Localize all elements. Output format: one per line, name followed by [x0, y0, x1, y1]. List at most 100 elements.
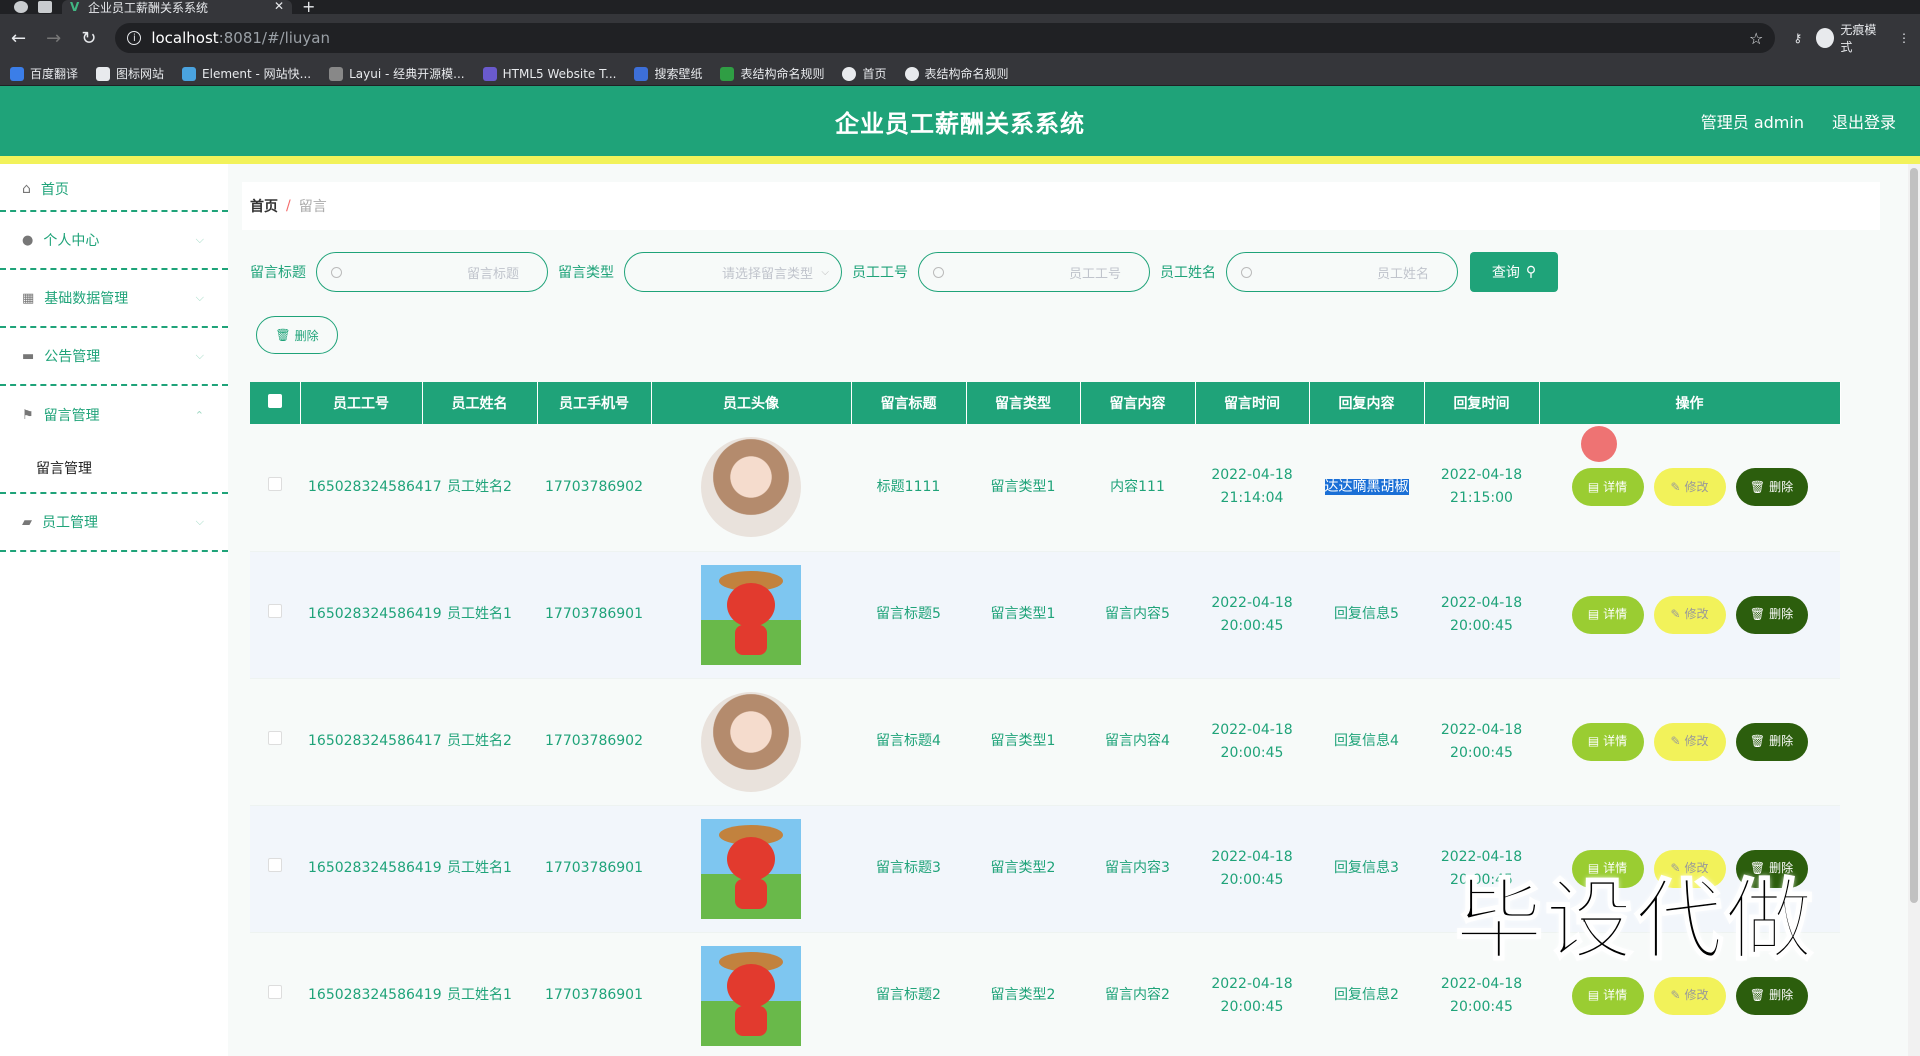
row-checkbox[interactable]	[250, 932, 300, 1056]
cell-title: 标题1111	[851, 424, 966, 552]
url-field[interactable]: i localhost :8081/#/liuyan ☆	[115, 23, 1776, 53]
sidebar-item-message[interactable]: ⚑ 留言管理 ⌃	[0, 386, 228, 444]
doc-icon: ▤	[1587, 988, 1600, 1002]
column-header: 员工头像	[651, 382, 852, 424]
globe-icon	[842, 66, 857, 81]
bookmark-item[interactable]: 图标网站	[96, 65, 164, 82]
info-icon[interactable]: i	[127, 31, 142, 45]
avatar	[701, 945, 801, 1046]
edit-button[interactable]: ✎ 修改	[1653, 468, 1726, 507]
row-checkbox[interactable]	[250, 678, 300, 806]
employee-name-input[interactable]: 员工姓名	[1226, 252, 1458, 292]
delete-button[interactable]: 🗑 删除	[1735, 595, 1808, 634]
batch-delete-button[interactable]: 🗑 删除	[256, 316, 338, 354]
key-icon[interactable]: ⚷	[1793, 31, 1802, 45]
cell-type: 留言类型1	[966, 424, 1080, 552]
detail-button[interactable]: ▤ 详情	[1571, 976, 1644, 1015]
bookmark-item[interactable]: 表结构命名规则	[904, 65, 1009, 82]
doc-icon: ▤	[1587, 734, 1600, 748]
avatar	[701, 437, 801, 538]
sidebar-item-home[interactable]: ⌂ 首页	[0, 168, 228, 212]
sidebar-item-notice[interactable]: ▬ 公告管理 ⌵	[0, 328, 228, 386]
close-tab-icon[interactable]: ✕	[274, 0, 284, 13]
bookmarks-bar: 百度翻译 图标网站 Element - 网站快... Layui - 经典开源模…	[0, 62, 1920, 86]
incognito-label: 无痕模式	[1840, 23, 1877, 54]
cell-title: 留言标题5	[851, 551, 966, 679]
row-checkbox[interactable]	[250, 551, 300, 679]
delete-button[interactable]: 🗑 删除	[1735, 722, 1808, 761]
cell-title: 留言标题3	[851, 805, 966, 933]
cell-reply_time: 2022-04-18 21:15:00	[1424, 424, 1539, 552]
vue-logo-icon: V	[70, 0, 80, 14]
new-tab-icon[interactable]: +	[302, 0, 315, 15]
bookmark-item[interactable]: Layui - 经典开源模...	[329, 65, 465, 82]
avatar	[701, 564, 801, 665]
table-row: 165028324586419 员工姓名1 17703786901 留言标题5 留言类型…	[250, 551, 1840, 679]
cell-no: 165028324586417	[300, 678, 442, 806]
bookmark-item[interactable]: HTML5 Website T...	[482, 66, 616, 81]
name-label: 员工姓名	[1160, 265, 1216, 281]
logout-button[interactable]: 退出登录	[1832, 109, 1896, 133]
pencil-icon: ✎	[1670, 988, 1681, 1002]
browser-tabbar: V 企业员工薪酬关系系统 ✕ +	[0, 0, 1920, 15]
selected-text: 达达嘀黑胡椒	[1324, 478, 1409, 495]
edit-button[interactable]: ✎ 修改	[1653, 595, 1726, 634]
cell-phone: 17703786901	[537, 551, 651, 679]
scrollbar[interactable]	[1908, 164, 1920, 1056]
bookmark-item[interactable]: 表结构命名规则	[720, 65, 824, 82]
app-title: 企业员工薪酬关系系统	[835, 109, 1085, 138]
type-select[interactable]: 请选择留言类型 ⌵	[624, 252, 842, 292]
reload-icon[interactable]: ↻	[80, 28, 97, 49]
trash-icon: 🗑	[275, 328, 291, 342]
current-user: 管理员 admin	[1700, 113, 1804, 132]
pencil-icon: ✎	[1670, 734, 1681, 748]
bookmark-item[interactable]: Element - 网站快...	[182, 65, 311, 82]
row-checkbox[interactable]	[250, 424, 300, 552]
bookmark-star-icon[interactable]: ☆	[1749, 29, 1763, 48]
column-header: 留言时间	[1195, 382, 1310, 424]
delete-button[interactable]: 🗑 删除	[1735, 976, 1808, 1015]
trash-icon: 🗑	[1749, 479, 1766, 494]
sidebar-item-profile[interactable]: ● 个人中心 ⌵	[0, 212, 228, 270]
title-search-input[interactable]: 留言标题	[316, 252, 548, 292]
edit-button[interactable]: ✎ 修改	[1653, 976, 1726, 1015]
scrollbar-thumb[interactable]	[1910, 168, 1918, 903]
sidebar-subitem-message[interactable]: 留言管理	[0, 444, 228, 494]
incognito-indicator[interactable]: 无痕模式	[1816, 21, 1884, 55]
select-all-checkbox[interactable]	[250, 382, 301, 424]
delete-button[interactable]: 🗑 删除	[1735, 468, 1808, 507]
sheet-icon	[720, 66, 735, 81]
chevron-down-icon: ⌵	[195, 291, 204, 304]
cell-content: 留言内容3	[1080, 805, 1195, 933]
column-header: 员工姓名	[422, 382, 538, 424]
breadcrumb-home[interactable]: 首页	[250, 196, 278, 216]
back-icon[interactable]: ←	[10, 28, 27, 49]
avatar	[701, 818, 801, 919]
detail-button[interactable]: ▤ 详情	[1571, 722, 1644, 761]
cell-avatar	[651, 551, 851, 679]
search-form: 留言标题 留言标题 留言类型 请选择留言类型 ⌵ 员工工号 员工工号 员工姓名 …	[242, 230, 1880, 292]
pencil-icon: ✎	[1670, 479, 1681, 494]
forward-icon[interactable]: →	[45, 28, 62, 49]
employee-no-input[interactable]: 员工工号	[918, 252, 1150, 292]
cell-type: 留言类型1	[966, 551, 1080, 679]
sidebar-item-base-data[interactable]: ▦ 基础数据管理 ⌵	[0, 270, 228, 328]
bookmark-item[interactable]: 百度翻译	[10, 65, 78, 82]
detail-button[interactable]: ▤ 详情	[1571, 595, 1644, 634]
translate-icon	[10, 66, 24, 81]
table-header-row: 员工工号 员工姓名 员工手机号 员工头像 留言标题 留言类型 留言内容 留言时间…	[250, 382, 1841, 424]
edit-button[interactable]: ✎ 修改	[1653, 722, 1726, 761]
sidebar-item-employee[interactable]: ▰ 员工管理 ⌵	[0, 494, 228, 552]
browser-tab[interactable]: V 企业员工薪酬关系系统 ✕	[62, 0, 292, 15]
row-checkbox[interactable]	[250, 805, 300, 933]
cell-content: 内容111	[1080, 424, 1195, 552]
detail-button[interactable]: ▤ 详情	[1571, 468, 1644, 507]
menu-icon[interactable]: ⋮	[1898, 31, 1910, 45]
cell-no: 165028324586419	[300, 551, 442, 679]
bookmark-item[interactable]: 搜索壁纸	[634, 65, 702, 82]
cell-no: 165028324586419	[300, 932, 442, 1056]
cell-reply: 回复信息5	[1309, 551, 1424, 679]
watermark: 毕设代做	[1454, 868, 1816, 973]
query-button[interactable]: 查询 ⚲	[1470, 252, 1558, 292]
bookmark-item[interactable]: 首页	[842, 65, 887, 82]
